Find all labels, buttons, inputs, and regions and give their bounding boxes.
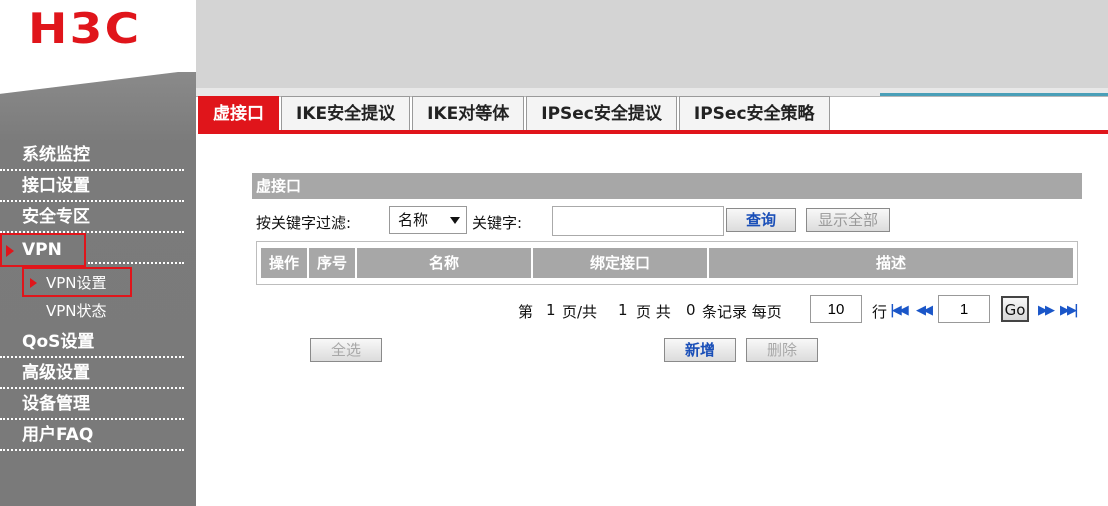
sidebar-item-device-management[interactable]: 设备管理 [0, 389, 184, 420]
column-header-bound-interface: 绑定接口 [533, 248, 709, 278]
chevron-down-icon [450, 217, 460, 224]
pager-page-of: 页/共 [562, 303, 598, 321]
section-title: 虚接口 [252, 173, 1082, 199]
column-header-description: 描述 [709, 248, 1073, 278]
sidebar-item-user-faq[interactable]: 用户FAQ [0, 420, 184, 451]
sidebar-item-label: 高级设置 [22, 363, 90, 383]
pager-total-pages: 1 [618, 301, 628, 319]
sidebar-item-interface-settings[interactable]: 接口设置 [0, 171, 184, 202]
last-page-icon[interactable]: ▶▶| [1060, 303, 1079, 318]
keyword-label: 关键字: [472, 214, 523, 232]
go-button[interactable]: Go [1001, 296, 1029, 322]
virtual-interface-table: 操作 序号 名称 绑定接口 描述 [256, 241, 1078, 285]
query-button[interactable]: 查询 [726, 208, 796, 232]
rows-per-page-input[interactable] [810, 295, 862, 323]
next-page-icon[interactable]: ▶▶ [1038, 303, 1055, 318]
sidebar-item-label: QoS设置 [22, 332, 95, 352]
sidebar-item-qos-settings[interactable]: QoS设置 [0, 327, 184, 358]
sidebar-divider [88, 262, 184, 264]
keyword-input[interactable] [552, 206, 724, 236]
tab-ike-peer[interactable]: IKE对等体 [412, 96, 525, 130]
delete-button[interactable]: 删除 [746, 338, 818, 362]
column-header-name: 名称 [357, 248, 533, 278]
tab-bar: 虚接口 IKE安全提议 IKE对等体 IPSec安全提议 IPSec安全策略 [198, 96, 832, 132]
sidebar-item-system-monitor[interactable]: 系统监控 [0, 140, 184, 171]
sidebar-item-vpn[interactable]: VPN [0, 233, 86, 267]
sidebar-item-label: 安全专区 [22, 207, 90, 227]
first-page-icon[interactable]: |◀◀ [890, 303, 909, 318]
add-button[interactable]: 新增 [664, 338, 736, 362]
pager-rows-suffix: 行 [872, 303, 888, 321]
sidebar-item-label: 系统监控 [22, 145, 90, 165]
filter-select-value: 名称 [398, 211, 429, 229]
top-banner [196, 0, 1108, 90]
pager-record-count: 0 [686, 301, 696, 319]
column-header-index: 序号 [309, 248, 357, 278]
pager-page-prefix: 第 [518, 303, 534, 321]
sidebar-item-label: 设备管理 [22, 394, 90, 414]
previous-page-icon[interactable]: ◀◀ [916, 303, 933, 318]
pagination: 第 1 页/共 1 页 共 0 条记录 每页 行 |◀◀ ◀◀ Go ▶▶ ▶▶… [518, 295, 1088, 325]
tab-ipsec-policy[interactable]: IPSec安全策略 [678, 96, 830, 130]
sidebar-subitem-label: VPN状态 [46, 302, 107, 320]
sidebar-item-label: 用户FAQ [22, 425, 94, 445]
pager-current-page: 1 [546, 301, 556, 319]
goto-page-input[interactable] [938, 295, 990, 323]
sidebar-item-advanced-settings[interactable]: 高级设置 [0, 358, 184, 389]
sidebar-item-label: VPN [22, 240, 62, 260]
sidebar-nav: 系统监控 接口设置 安全专区 VPN VPN设置 VPN状态 QoS设置 高级设… [0, 140, 196, 451]
tab-underline [198, 130, 1108, 134]
tab-ipsec-proposal[interactable]: IPSec安全提议 [526, 96, 677, 130]
tab-ike-proposal[interactable]: IKE安全提议 [281, 96, 411, 130]
sidebar-decoration [0, 72, 196, 96]
filter-field-select[interactable]: 名称 [389, 206, 467, 234]
banner-accent-bar [880, 93, 1108, 96]
table-header: 操作 序号 名称 绑定接口 描述 [261, 248, 1073, 278]
sidebar-subitem-vpn-settings[interactable]: VPN设置 [22, 267, 132, 297]
h3c-logo: H3C [28, 4, 142, 53]
sidebar-subitem-vpn-status[interactable]: VPN状态 [0, 297, 196, 327]
column-header-operation: 操作 [261, 248, 309, 278]
pager-total-prefix: 页 共 [636, 303, 671, 321]
sidebar-subitem-label: VPN设置 [46, 274, 107, 292]
pager-records-suffix: 条记录 每页 [702, 303, 782, 321]
filter-label: 按关键字过滤: [256, 214, 352, 232]
sidebar-item-security-zone[interactable]: 安全专区 [0, 202, 184, 233]
show-all-button[interactable]: 显示全部 [806, 208, 890, 232]
select-all-button[interactable]: 全选 [310, 338, 382, 362]
filter-row: 按关键字过滤: 名称 关键字: 查询 显示全部 [256, 206, 956, 236]
tab-virtual-interface[interactable]: 虚接口 [198, 96, 279, 130]
sidebar-item-label: 接口设置 [22, 176, 90, 196]
